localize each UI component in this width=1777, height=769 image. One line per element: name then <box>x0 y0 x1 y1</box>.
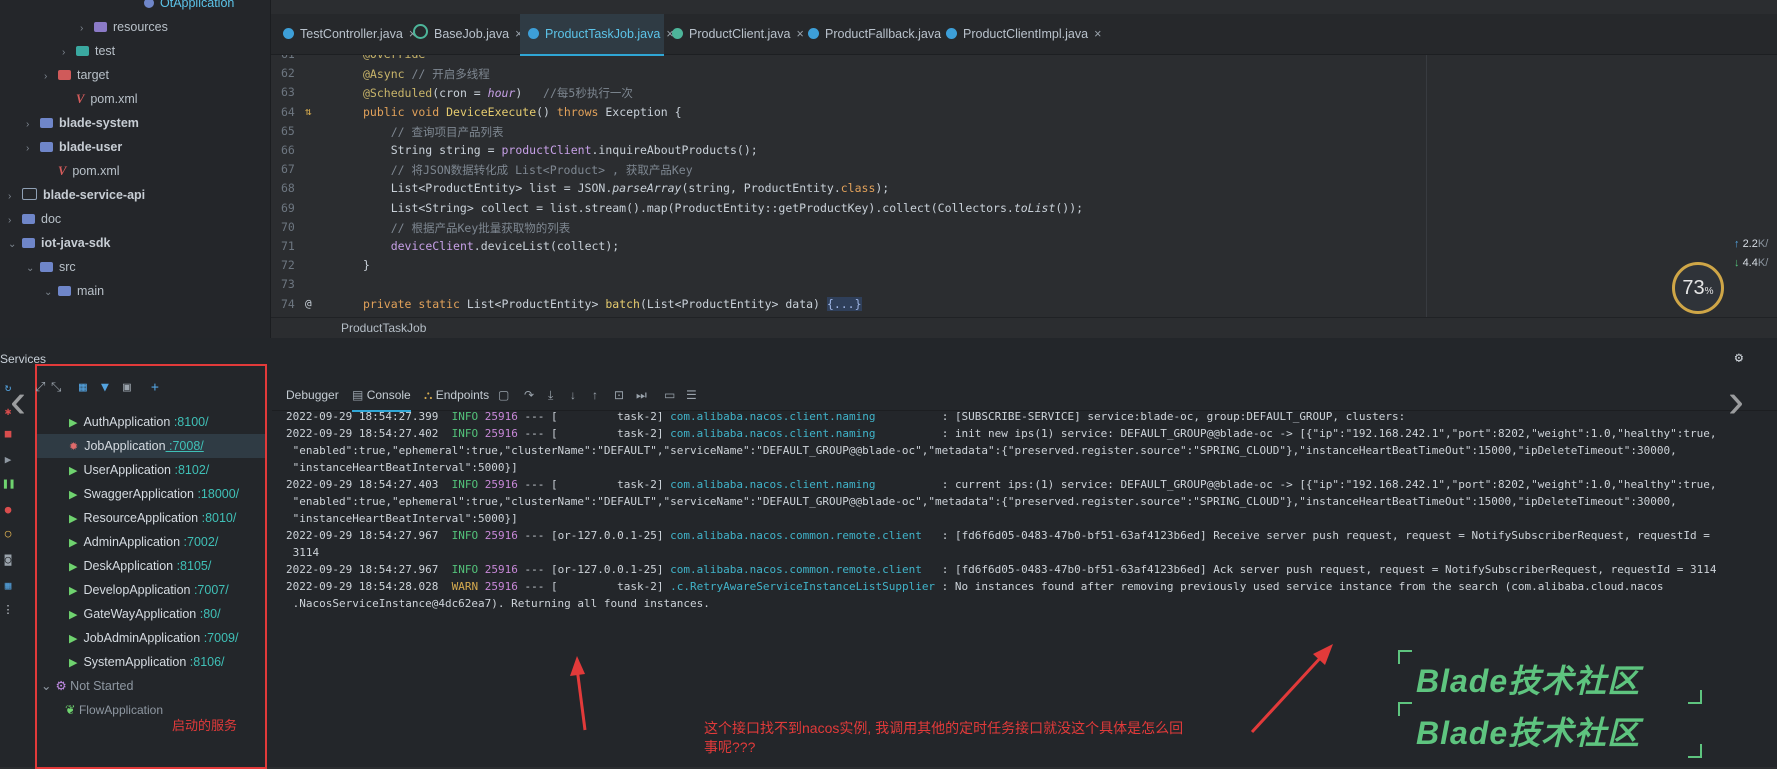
watermark-line-1: Blade技术社区 <box>1416 663 1641 699</box>
watermark-bracket-2 <box>1688 690 1702 704</box>
watermark-bracket-3 <box>1398 702 1412 716</box>
watermark-bracket-1 <box>1398 650 1412 664</box>
question-annotation: 这个接口找不到nacos实例, 我调用其他的定时任务接口就没这个具体是怎么回事呢… <box>704 720 1184 755</box>
arrow-to-log-message <box>1250 653 1325 734</box>
watermark-line-2: Blade技术社区 <box>1416 715 1641 751</box>
arrow-to-warn-log <box>575 667 587 731</box>
watermark-bracket-4 <box>1688 744 1702 758</box>
watermark: Blade技术社区 Blade技术社区 <box>1398 650 1702 760</box>
arrow-head-1 <box>570 656 585 676</box>
